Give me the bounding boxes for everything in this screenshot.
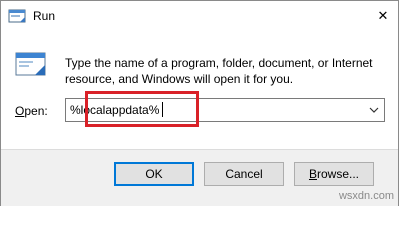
run-app-icon — [8, 9, 26, 23]
highlight-box — [85, 91, 199, 127]
browse-hotkey: B — [308, 167, 317, 181]
open-label-hotkey: O — [15, 104, 25, 118]
instructions-text: Type the name of a program, folder, docu… — [65, 56, 373, 86]
run-dialog: Run ✕ Type the name of a program, folder… — [0, 0, 399, 206]
window-title: Run — [33, 9, 56, 23]
button-bar: OK Cancel Browse... wsxdn.com — [1, 149, 398, 206]
chevron-down-icon — [369, 107, 379, 113]
browse-button[interactable]: Browse... — [294, 162, 374, 186]
browse-label-rest: rowse... — [317, 167, 360, 181]
open-label: Open: — [15, 104, 48, 118]
open-label-rest: pen: — [24, 104, 48, 118]
title-bar: Run ✕ — [1, 1, 398, 31]
run-icon — [15, 52, 46, 76]
cancel-button[interactable]: Cancel — [204, 162, 284, 186]
close-button[interactable]: ✕ — [368, 1, 398, 31]
dropdown-button[interactable] — [364, 99, 384, 121]
watermark: wsxdn.com — [338, 190, 394, 202]
close-icon: ✕ — [377, 8, 389, 23]
ok-button[interactable]: OK — [114, 162, 194, 186]
